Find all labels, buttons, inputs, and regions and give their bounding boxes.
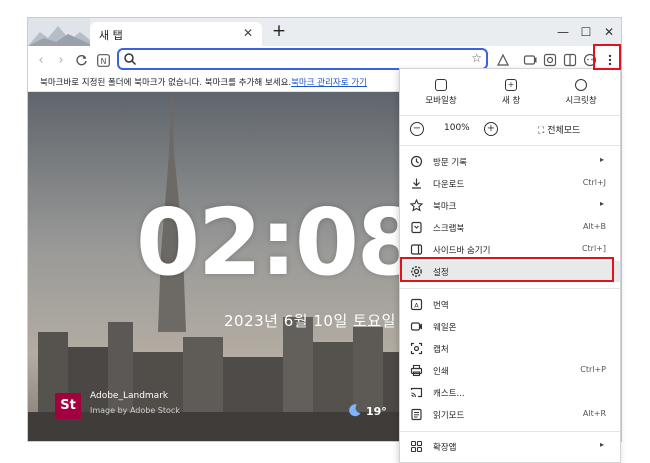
maximize-icon[interactable]: ☐ (576, 23, 596, 41)
menu-item-capture[interactable]: 캡처 (400, 338, 620, 359)
download-icon (412, 178, 421, 189)
sidebar-tab-icon[interactable] (521, 51, 539, 69)
history-icon (410, 155, 423, 168)
menu-item-whale-on[interactable]: 웨일온 (400, 316, 620, 337)
naver-home-icon[interactable]: N (94, 51, 112, 69)
fullscreen-button[interactable]: ⛶ 전체모드 (538, 123, 580, 136)
submenu-arrow-icon: ▸ (599, 440, 604, 449)
whale-space-icon[interactable] (494, 51, 512, 69)
search-icon (124, 53, 137, 66)
image-attribution-title[interactable]: Adobe_Landmark (90, 391, 168, 401)
menu-item-whale-on-label: 웨일온 (433, 323, 457, 333)
bookmarks-bar-message: 북마크바로 지정된 폴더에 북마크가 없습니다. 북마크를 추가해 보세요.북마… (40, 76, 367, 88)
menu-item-reader-mode-label: 읽기모드 (433, 411, 465, 421)
menu-item-downloads-label: 다운로드 (433, 180, 465, 190)
whale-on-icon (410, 322, 422, 331)
menu-item-scrapbook-shortcut: Alt+B (582, 222, 606, 231)
svg-text:A: A (414, 301, 419, 309)
incognito-icon (575, 79, 587, 91)
fullscreen-label: 전체모드 (547, 126, 581, 136)
address-bar[interactable]: ☆ (117, 48, 488, 70)
adobe-stock-logo: St (55, 393, 81, 419)
tab-thumbnail-image (28, 18, 90, 46)
highlight-more-menu (593, 44, 621, 70)
submenu-arrow-icon: ▸ (599, 155, 604, 164)
menu-item-scrapbook-label: 스크랩북 (433, 224, 465, 234)
menu-separator (400, 145, 620, 146)
weather-moon-icon (349, 404, 361, 417)
zoom-in-button[interactable]: + (484, 122, 498, 136)
menu-item-downloads-shortcut: Ctrl+J (582, 178, 606, 187)
screenshot-stage: 새 탭 ✕ + — ☐ ✕ ‹ › N ☆ 북마크바로 지정된 폴더에 북마크가… (0, 0, 650, 463)
zoom-level: 100% (444, 123, 470, 133)
menu-item-reader-mode-shortcut: Alt+R (582, 409, 606, 418)
mobile-icon (435, 79, 447, 91)
menu-item-print-shortcut: Ctrl+P (580, 365, 606, 374)
menu-item-cast-label: 캐스트... (433, 389, 465, 399)
menu-item-hide-sidebar-shortcut: Ctrl+] (581, 244, 606, 253)
menu-item-print[interactable]: 인쇄 Ctrl+P (400, 360, 620, 381)
new-window-icon: + (505, 79, 517, 91)
svg-text:N: N (100, 56, 106, 65)
new-tab-button[interactable]: + (270, 23, 288, 41)
menu-item-history-label: 방문 기록 (433, 158, 467, 168)
translate-icon: A (410, 298, 423, 311)
capture-icon (410, 342, 423, 355)
menu-item-reader-mode[interactable]: 읽기모드 Alt+R (400, 404, 620, 425)
menu-separator (400, 431, 620, 432)
submenu-arrow-icon: ▸ (599, 199, 604, 208)
fullscreen-icon: ⛶ (538, 126, 545, 136)
close-window-icon[interactable]: ✕ (599, 23, 619, 41)
highlight-settings-item (400, 257, 614, 282)
zoom-out-button[interactable]: − (410, 122, 424, 136)
tab-close-icon[interactable]: ✕ (240, 25, 256, 41)
menu-mobile-window[interactable]: 모바일창 (408, 79, 474, 111)
scrapbook-icon (411, 221, 422, 234)
menu-item-translate[interactable]: A 번역 (400, 294, 620, 315)
menu-item-extensions-label: 확장앱 (433, 443, 457, 453)
menu-item-translate-label: 번역 (433, 301, 449, 311)
menu-item-cast[interactable]: 캐스트... (400, 382, 620, 403)
image-attribution-source: Image by Adobe Stock (90, 406, 180, 415)
menu-item-print-label: 인쇄 (433, 367, 449, 377)
menu-item-extensions[interactable]: 확장앱 ▸ (400, 436, 620, 457)
menu-mobile-window-label: 모바일창 (425, 96, 457, 106)
menu-item-bookmarks[interactable]: 북마크 ▸ (400, 195, 620, 216)
minimize-icon[interactable]: — (553, 23, 573, 41)
reload-icon[interactable] (72, 51, 90, 69)
extensions-icon (410, 440, 423, 453)
bookmarks-empty-text: 북마크바로 지정된 폴더에 북마크가 없습니다. 북마크를 추가해 보세요. (40, 78, 292, 88)
date-display: 2023년 6월 10일 토요일 (224, 312, 396, 330)
menu-new-window[interactable]: + 새 창 (478, 79, 544, 111)
clock-display: 02:08 (136, 189, 421, 296)
bookmark-star-icon[interactable]: ☆ (471, 51, 482, 65)
forward-icon[interactable]: › (52, 51, 70, 69)
cast-icon (410, 387, 423, 398)
tab-title: 새 탭 (99, 29, 123, 42)
tab-strip: 새 탭 ✕ + — ☐ ✕ (28, 18, 621, 46)
back-icon[interactable]: ‹ (32, 51, 50, 69)
split-view-icon[interactable] (561, 51, 579, 69)
sidebar-icon (410, 244, 423, 255)
bookmark-star-icon (410, 199, 423, 212)
menu-separator (400, 288, 620, 289)
menu-separator (400, 115, 620, 116)
menu-new-window-label: 새 창 (501, 96, 521, 106)
bookmark-manager-link[interactable]: 북마크 관리자로 가기 (291, 78, 367, 88)
active-tab[interactable]: 새 탭 ✕ (90, 22, 262, 46)
menu-incognito-window-label: 시크릿창 (565, 96, 597, 106)
reader-mode-icon (411, 408, 422, 421)
menu-item-bookmarks-label: 북마크 (433, 202, 457, 212)
menu-incognito-window[interactable]: 시크릿창 (548, 79, 614, 111)
weather-temperature: 19° (366, 405, 387, 418)
menu-item-scrapbook[interactable]: 스크랩북 Alt+B (400, 217, 620, 238)
menu-item-hide-sidebar-label: 사이드바 숨기기 (433, 246, 491, 256)
menu-item-history[interactable]: 방문 기록 ▸ (400, 151, 620, 172)
capture-toolbar-icon[interactable] (541, 51, 559, 69)
print-icon (410, 364, 423, 377)
menu-item-downloads[interactable]: 다운로드 Ctrl+J (400, 173, 620, 194)
menu-item-capture-label: 캡처 (433, 345, 449, 355)
